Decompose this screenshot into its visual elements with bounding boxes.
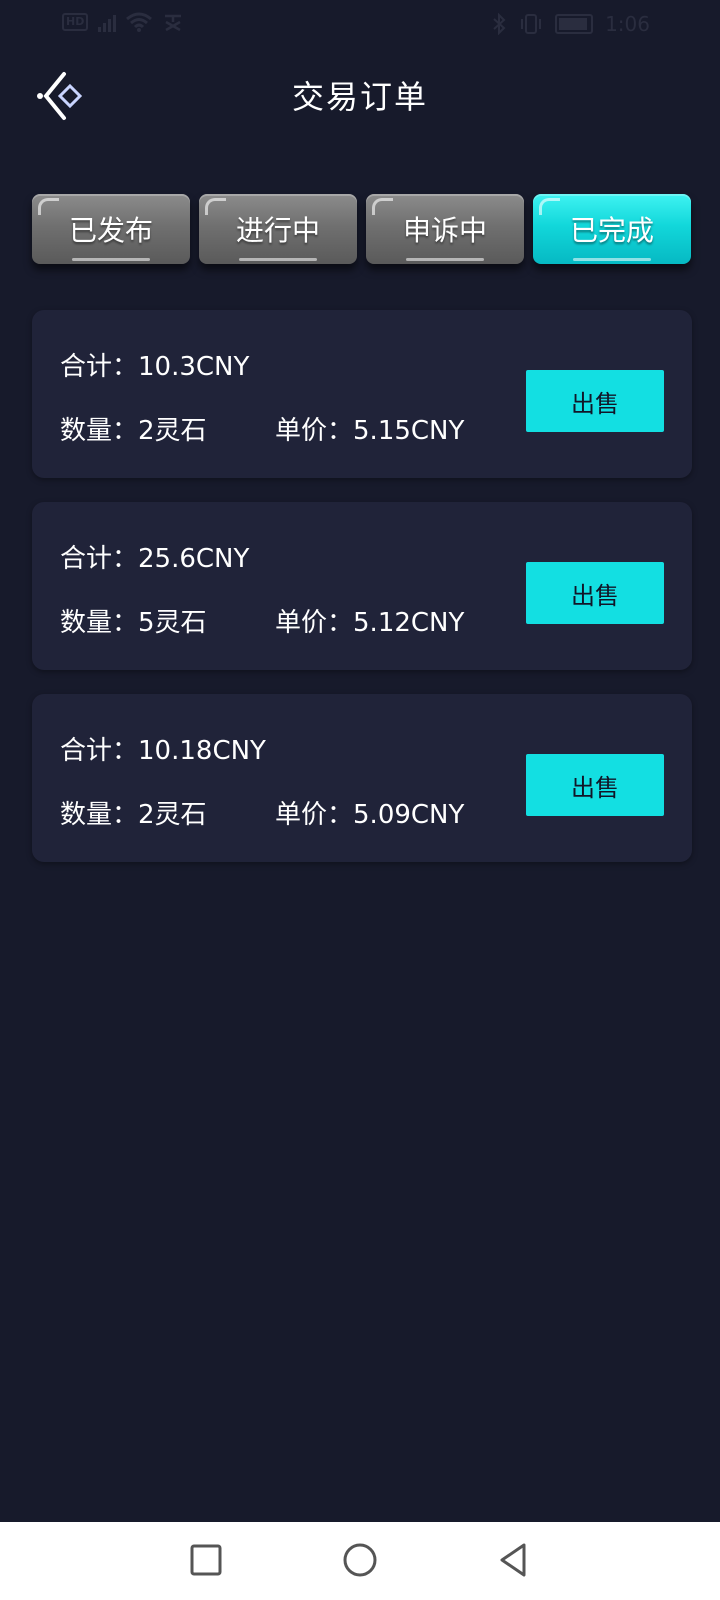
status-time: 1:06 — [605, 12, 650, 36]
tab-appealing[interactable]: 申诉中 — [366, 194, 524, 264]
home-icon[interactable] — [340, 1540, 380, 1580]
order-unit-price: 单价：5.15CNY — [275, 410, 464, 447]
quantity-label: 数量： — [60, 416, 139, 446]
total-label: 合计： — [60, 352, 139, 382]
quantity-label: 数量： — [60, 800, 139, 830]
total-value: 25.6CNY — [138, 544, 250, 574]
order-total: 合计：10.3CNY — [60, 346, 249, 383]
status-right: 1:06 — [491, 12, 650, 36]
back-icon[interactable] — [494, 1540, 534, 1580]
quantity-value: 2灵石 — [138, 800, 207, 830]
quantity-value: 5灵石 — [138, 608, 207, 638]
order-quantity: 数量：2灵石 — [60, 794, 207, 831]
total-label: 合计： — [60, 736, 139, 766]
order-card: 合计：10.18CNY 数量：2灵石 单价：5.09CNY 出售 — [32, 694, 692, 862]
battery-icon — [555, 14, 594, 34]
order-card: 合计：25.6CNY 数量：5灵石 单价：5.12CNY 出售 — [32, 502, 692, 670]
tab-published[interactable]: 已发布 — [32, 194, 190, 264]
order-card: 合计：10.3CNY 数量：2灵石 单价：5.15CNY 出售 — [32, 310, 692, 478]
hotspot-icon — [165, 14, 182, 32]
system-nav-bar — [0, 1522, 720, 1600]
bluetooth-icon — [493, 13, 506, 35]
quantity-label: 数量： — [60, 608, 139, 638]
signal-icon — [98, 12, 117, 32]
order-unit-price: 单价：5.12CNY — [275, 602, 464, 639]
page-title: 交易订单 — [291, 78, 428, 116]
recent-apps-icon[interactable] — [186, 1540, 226, 1580]
order-total: 合计：25.6CNY — [60, 538, 249, 575]
price-value: 5.09CNY — [353, 800, 465, 830]
status-left: HD — [62, 12, 184, 32]
total-value: 10.18CNY — [138, 736, 266, 766]
order-quantity: 数量：5灵石 — [60, 602, 207, 639]
order-quantity: 数量：2灵石 — [60, 410, 207, 447]
status-tabs: 已发布 进行中 申诉中 已完成 — [32, 194, 692, 270]
sell-button[interactable]: 出售 — [526, 562, 664, 624]
sell-button[interactable]: 出售 — [526, 754, 664, 816]
total-label: 合计： — [60, 544, 139, 574]
price-value: 5.12CNY — [353, 608, 465, 638]
order-unit-price: 单价：5.09CNY — [275, 794, 464, 831]
wifi-icon — [126, 12, 153, 32]
vibrate-icon — [521, 14, 542, 34]
order-total: 合计：10.18CNY — [60, 730, 266, 767]
price-value: 5.15CNY — [353, 416, 465, 446]
price-label: 单价： — [275, 800, 354, 830]
tab-in-progress[interactable]: 进行中 — [199, 194, 357, 264]
total-value: 10.3CNY — [138, 352, 250, 382]
price-label: 单价： — [275, 608, 354, 638]
sell-button[interactable]: 出售 — [526, 370, 664, 432]
hd-icon: HD — [62, 13, 89, 31]
price-label: 单价： — [275, 416, 354, 446]
quantity-value: 2灵石 — [138, 416, 207, 446]
tab-completed[interactable]: 已完成 — [533, 194, 691, 264]
status-bar: HD 1:06 — [0, 0, 720, 50]
